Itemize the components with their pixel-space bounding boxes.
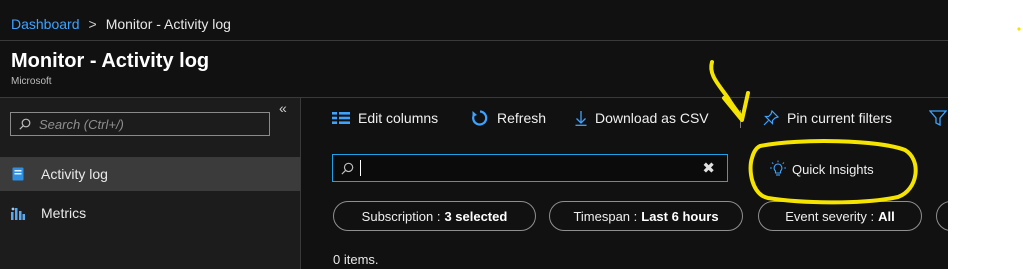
sidebar-item-metrics[interactable]: Metrics: [0, 196, 300, 230]
download-csv-label: Download as CSV: [595, 110, 709, 126]
funnel-icon: [929, 110, 947, 126]
more-filter-pill[interactable]: [936, 201, 948, 231]
breadcrumb-separator: >: [88, 16, 97, 32]
quick-insights-button[interactable]: Quick Insights: [768, 160, 874, 178]
activity-filter-input[interactable]: ✖: [332, 154, 728, 182]
search-icon: [341, 162, 354, 175]
clear-filter-button[interactable]: ✖: [702, 159, 715, 177]
breadcrumb-dashboard-link[interactable]: Dashboard: [11, 16, 80, 32]
activity-log-icon: [11, 167, 25, 181]
quick-insights-label: Quick Insights: [792, 161, 874, 177]
text-cursor: [360, 160, 361, 176]
subscription-filter-pill[interactable]: Subscription :3 selected: [333, 201, 536, 231]
toolbar-separator: [740, 110, 741, 128]
items-count: 0 items.: [333, 252, 379, 267]
refresh-button[interactable]: Refresh: [471, 98, 546, 138]
activity-log-window: Dashboard > Monitor - Activity log Monit…: [0, 0, 948, 269]
pin-filters-button[interactable]: Pin current filters: [763, 98, 892, 138]
lightbulb-icon: [768, 160, 788, 178]
annotation-dot: [1017, 27, 1021, 31]
pill-value: Last 6 hours: [641, 208, 719, 224]
sidebar-search-placeholder: Search (Ctrl+/): [39, 116, 124, 132]
pill-label: Subscription :: [361, 208, 441, 224]
breadcrumb-current: Monitor - Activity log: [105, 16, 231, 32]
download-csv-button[interactable]: Download as CSV: [575, 98, 709, 138]
edit-columns-icon: [332, 111, 350, 125]
pill-label: Timespan :: [573, 208, 638, 224]
pill-label: Event severity :: [785, 208, 875, 224]
sidebar-item-activity-log[interactable]: Activity log: [0, 157, 300, 191]
edit-columns-label: Edit columns: [358, 110, 439, 126]
event-severity-filter-pill[interactable]: Event severity : All: [758, 201, 922, 231]
sidebar-search-input[interactable]: Search (Ctrl+/): [10, 112, 270, 136]
download-icon: [575, 110, 587, 126]
pin-filters-label: Pin current filters: [787, 110, 893, 126]
pill-value: 3 selected: [444, 208, 508, 224]
breadcrumb: Dashboard > Monitor - Activity log: [11, 16, 231, 32]
timespan-filter-pill[interactable]: Timespan : Last 6 hours: [549, 201, 743, 231]
search-icon: [19, 118, 31, 130]
refresh-icon: [471, 109, 489, 127]
header-divider: [0, 40, 948, 41]
pill-value: All: [878, 208, 895, 224]
page-subtitle: Microsoft: [11, 76, 52, 87]
toolbar: Edit columns Refresh Download as CSV Pin…: [301, 98, 948, 138]
edit-columns-button[interactable]: Edit columns: [332, 98, 438, 138]
page-title: Monitor - Activity log: [11, 50, 210, 72]
collapse-sidebar-button[interactable]: «: [279, 100, 287, 116]
sidebar-item-label: Metrics: [41, 205, 87, 221]
refresh-label: Refresh: [497, 110, 547, 126]
pin-icon: [763, 110, 779, 126]
metrics-icon: [11, 206, 25, 220]
sidebar-item-label: Activity log: [41, 166, 108, 182]
filter-funnel-button[interactable]: [929, 98, 948, 138]
